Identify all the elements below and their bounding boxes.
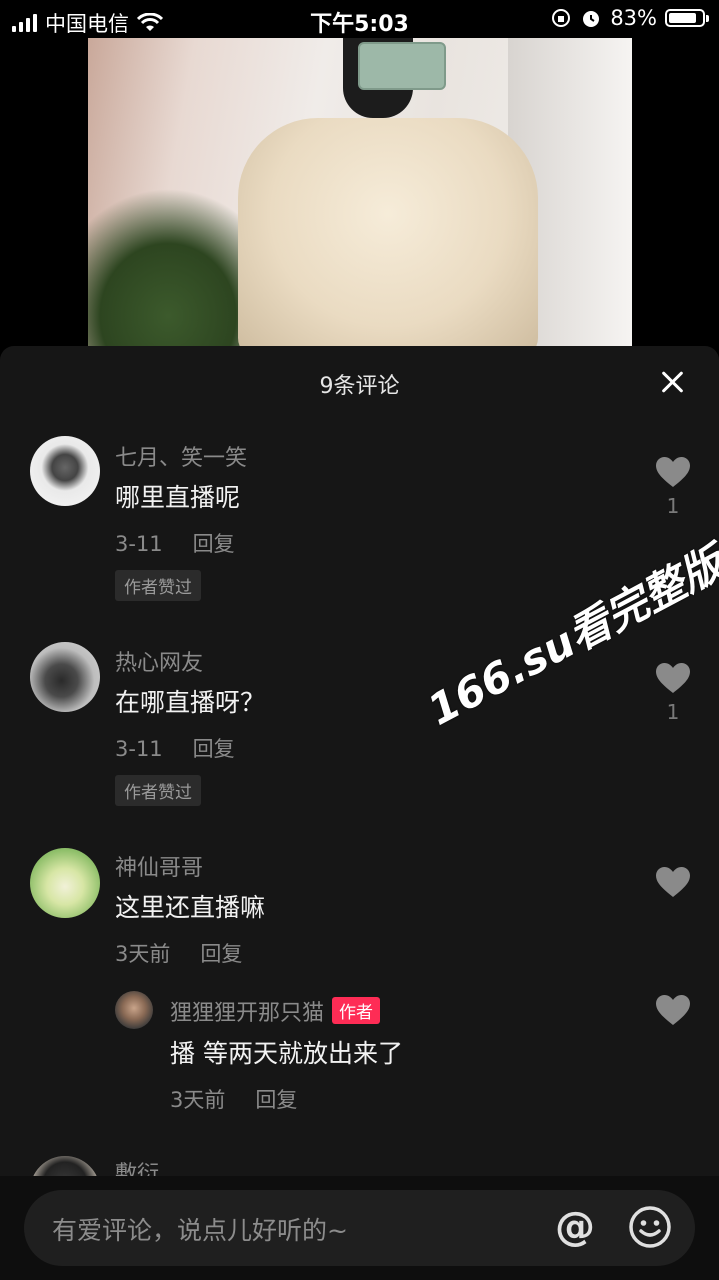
at-icon[interactable]: @ <box>552 1204 598 1250</box>
battery-icon <box>665 9 709 27</box>
comment-text[interactable]: 这里还直播嘛 <box>115 888 265 924</box>
avatar[interactable] <box>115 991 153 1029</box>
rotation-lock-icon <box>552 9 571 27</box>
author-liked-badge: 作者赞过 <box>115 570 201 601</box>
author-liked-badge: 作者赞过 <box>115 775 201 806</box>
comment-meta: 3天前 回复 <box>115 938 242 968</box>
avatar[interactable] <box>30 848 100 918</box>
comment-meta: 3天前 回复 <box>170 1084 297 1114</box>
comment-meta: 3-11 回复 <box>115 733 235 763</box>
comments-sheet: 9条评论 七月、笑一笑 哪里直播呢 3-11 回复 作者赞过 1 热心网友 在哪直… <box>0 346 719 1280</box>
heart-icon[interactable] <box>655 994 691 1026</box>
comment-date: 3天前 <box>115 942 171 966</box>
comment-date: 3-11 <box>115 737 163 761</box>
comment-text[interactable]: 在哪直播呀？ <box>115 683 265 719</box>
author-tag: 作者 <box>332 997 381 1024</box>
comment-input[interactable]: 有爱评论，说点儿好听的~ @ <box>24 1190 695 1266</box>
comment-username[interactable]: 热心网友 <box>115 645 203 677</box>
comment-text[interactable]: 播 等两天就放出来了 <box>170 1034 403 1070</box>
like-count: 1 <box>666 494 680 518</box>
battery-percent: 83% <box>610 6 657 30</box>
comment-input-bar: 有爱评论，说点儿好听的~ @ <box>0 1176 719 1280</box>
comment-username[interactable]: 神仙哥哥 <box>115 850 203 882</box>
avatar[interactable] <box>30 436 100 506</box>
video-frame[interactable] <box>88 38 632 346</box>
like-count: 1 <box>666 700 680 724</box>
emoji-icon[interactable] <box>628 1205 672 1249</box>
heart-icon[interactable] <box>655 662 691 694</box>
reply-button[interactable]: 回复 <box>255 1088 297 1112</box>
reply-username[interactable]: 狸狸狸开那只猫 <box>170 1001 324 1026</box>
comment-username[interactable]: 七月、笑一笑 <box>115 440 247 472</box>
reply-button[interactable]: 回复 <box>200 942 242 966</box>
heart-icon[interactable] <box>655 456 691 488</box>
close-icon[interactable] <box>658 368 686 396</box>
comment-meta: 3-11 回复 <box>115 528 235 558</box>
comment-input-placeholder: 有爱评论，说点儿好听的~ <box>52 1216 348 1245</box>
comment-text[interactable]: 哪里直播呢 <box>115 478 240 514</box>
status-right: 83% <box>550 6 709 30</box>
reply-button[interactable]: 回复 <box>193 737 235 761</box>
alarm-icon <box>583 11 600 27</box>
comment-date: 3-11 <box>115 532 163 556</box>
comments-title: 9条评论 <box>319 374 400 399</box>
heart-icon[interactable] <box>655 866 691 898</box>
reply-button[interactable]: 回复 <box>193 532 235 556</box>
comment-username: 狸狸狸开那只猫 作者 <box>170 995 381 1027</box>
status-bar: 中国电信 下午5:03 83% <box>0 0 719 38</box>
comment-date: 3天前 <box>170 1088 226 1112</box>
avatar[interactable] <box>30 642 100 712</box>
